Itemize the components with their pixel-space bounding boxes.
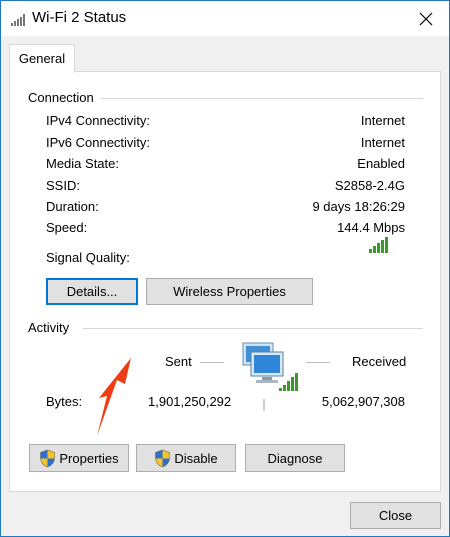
ipv4-value: Internet — [360, 113, 405, 128]
ssid-label: SSID: — [46, 178, 80, 193]
sent-label: Sent — [165, 354, 192, 369]
wireless-properties-button[interactable]: Wireless Properties — [146, 278, 313, 305]
details-button[interactable]: Details... — [46, 278, 138, 305]
red-arrow-annotation — [97, 358, 131, 436]
speed-value: 144.4 Mbps — [337, 220, 405, 235]
bytes-sent-value: 1,901,250,292 — [148, 394, 232, 409]
duration-label: Duration: — [46, 199, 99, 214]
speed-label: Speed: — [46, 220, 88, 235]
signal-quality-label: Signal Quality: — [46, 250, 130, 265]
network-computers-icon — [242, 342, 298, 391]
tab-general[interactable]: General — [9, 44, 75, 73]
diagnose-button-label: Diagnose — [267, 450, 323, 466]
ipv6-label: IPv6 Connectivity: — [46, 135, 151, 150]
wifi-signal-icon — [11, 14, 25, 26]
close-button[interactable]: Close — [350, 502, 441, 529]
duration-value: 9 days 18:26:29 — [312, 199, 405, 214]
close-button-label: Close — [378, 508, 413, 523]
title-bar: Wi-Fi 2 Status — [1, 1, 449, 36]
properties-button[interactable]: Properties — [29, 444, 129, 472]
uac-shield-icon — [155, 449, 171, 467]
connection-divider — [101, 98, 423, 99]
media-state-label: Media State: — [46, 156, 119, 171]
window-title: Wi-Fi 2 Status — [32, 9, 127, 26]
activity-section-label: Activity — [28, 320, 76, 335]
ssid-value: S2858-2.4G — [334, 178, 405, 193]
ipv6-value: Internet — [360, 135, 405, 150]
bytes-received-value: 5,062,907,308 — [321, 394, 405, 409]
close-icon — [419, 12, 433, 25]
title-close-button[interactable] — [403, 1, 449, 36]
received-dash — [306, 362, 330, 363]
ipv4-label: IPv4 Connectivity: — [46, 113, 151, 128]
diagnose-button[interactable]: Diagnose — [245, 444, 345, 472]
signal-quality-bars-icon — [369, 237, 388, 253]
sent-dash — [200, 362, 224, 363]
received-label: Received — [352, 354, 407, 369]
properties-button-label: Properties — [59, 450, 119, 466]
wifi-status-window: Wi-Fi 2 Status General Connection IPv4 C… — [0, 0, 450, 537]
media-state-value: Enabled — [357, 156, 405, 171]
details-button-label: Details... — [66, 284, 118, 299]
uac-shield-icon — [40, 449, 56, 467]
activity-divider-tick — [263, 399, 265, 411]
activity-divider — [83, 328, 423, 329]
wireless-properties-label: Wireless Properties — [173, 284, 286, 299]
disable-button-label: Disable — [174, 450, 218, 466]
bytes-label: Bytes: — [46, 394, 83, 409]
connection-section-label: Connection — [28, 90, 100, 105]
disable-button[interactable]: Disable — [136, 444, 236, 472]
